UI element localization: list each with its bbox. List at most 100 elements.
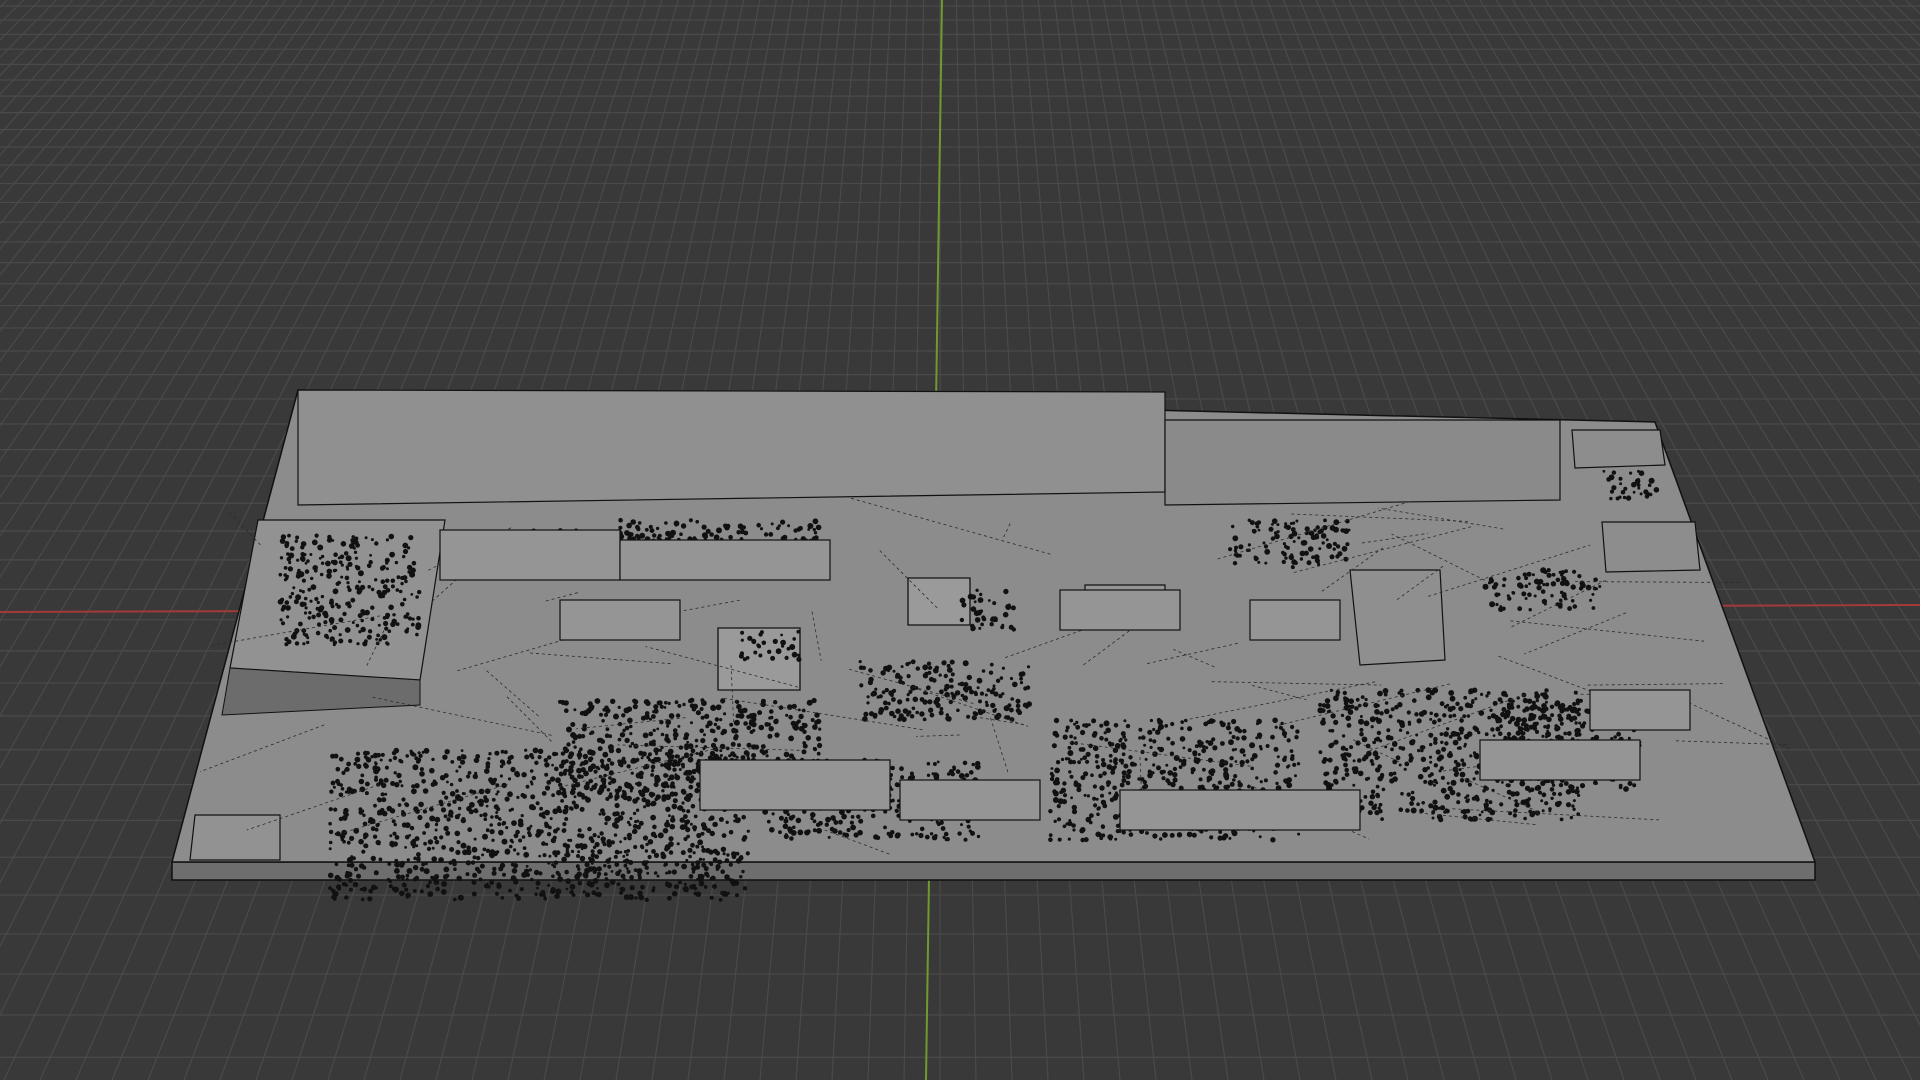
mesh-detail — [1528, 608, 1532, 612]
mesh-detail — [944, 683, 950, 690]
mesh-detail — [866, 695, 870, 699]
mesh-detail — [709, 728, 715, 733]
mesh-detail — [1290, 724, 1295, 730]
mesh-detail — [1375, 767, 1381, 773]
mesh-detail — [280, 607, 285, 612]
mesh-detail — [1179, 736, 1186, 742]
mesh-detail — [391, 618, 397, 624]
level-mesh-object[interactable] — [171, 389, 1817, 902]
mesh-detail — [770, 655, 776, 661]
mesh-detail — [1167, 770, 1173, 776]
mesh-detail — [413, 856, 418, 861]
mesh-detail — [330, 888, 335, 893]
mesh-detail — [1472, 725, 1478, 731]
mesh-detail — [550, 887, 556, 893]
mesh-detail — [1549, 704, 1555, 709]
mesh-detail — [1110, 766, 1116, 772]
mesh-detail — [1099, 836, 1104, 841]
mesh-detail — [1450, 730, 1457, 737]
mesh-detail — [1457, 736, 1462, 741]
mesh-detail — [1255, 722, 1259, 726]
mesh-detail — [1467, 816, 1473, 822]
mesh-detail — [694, 738, 699, 743]
mesh-detail — [598, 812, 602, 816]
mesh-detail — [465, 860, 471, 866]
mesh-detail — [682, 886, 689, 892]
mesh-detail — [1609, 496, 1613, 501]
mesh-detail — [729, 722, 734, 727]
mesh-detail — [1313, 528, 1317, 532]
mesh-back-wall — [297, 389, 1166, 506]
mesh-detail — [815, 822, 821, 827]
mesh-detail — [310, 584, 317, 590]
mesh-detail — [328, 821, 332, 826]
mesh-detail — [1449, 789, 1456, 796]
mesh-detail — [623, 836, 627, 841]
mesh-detail — [1318, 702, 1323, 707]
mesh-detail — [338, 756, 344, 762]
mesh-detail — [279, 618, 283, 622]
mesh-detail — [524, 754, 530, 760]
mesh-detail — [485, 804, 489, 808]
mesh-detail — [981, 669, 986, 673]
mesh-detail — [652, 533, 657, 538]
mesh-detail — [1446, 781, 1450, 785]
mesh-detail — [564, 708, 569, 713]
mesh-detail — [1439, 805, 1446, 811]
mesh-detail — [1238, 544, 1244, 550]
mesh-detail — [329, 619, 334, 625]
mesh-detail — [758, 632, 763, 637]
mesh-detail — [1345, 715, 1351, 721]
mesh-detail — [1026, 665, 1031, 669]
mesh-detail — [853, 832, 859, 838]
mesh-detail — [719, 749, 723, 753]
mesh-detail — [606, 788, 611, 792]
mesh-detail — [1257, 528, 1261, 532]
mesh-detail — [482, 833, 488, 840]
mesh-detail — [1364, 697, 1368, 702]
mesh-detail — [703, 885, 708, 889]
mesh-detail — [1292, 540, 1296, 543]
mesh-detail — [798, 713, 804, 720]
mesh-detail — [609, 761, 615, 766]
mesh-detail — [634, 896, 638, 900]
mesh-detail — [429, 815, 436, 822]
mesh-detail — [943, 831, 949, 837]
mesh-detail — [568, 765, 573, 769]
mesh-detail — [892, 714, 897, 719]
mesh-detail — [629, 875, 634, 880]
mesh-detail — [369, 553, 372, 557]
mesh-detail — [748, 713, 755, 719]
mesh-detail — [1438, 769, 1442, 773]
mesh-detail — [1648, 492, 1653, 497]
mesh-detail — [1227, 722, 1231, 726]
mesh-detail — [1487, 715, 1492, 720]
mesh-detail — [664, 521, 668, 525]
mesh-detail — [1325, 771, 1330, 776]
mesh-detail — [349, 835, 355, 842]
mesh-detail — [962, 760, 968, 766]
mesh-detail — [1482, 789, 1486, 793]
3d-viewport[interactable] — [0, 0, 1920, 1080]
mesh-detail — [1371, 804, 1377, 811]
mesh-detail — [664, 844, 671, 851]
mesh-detail — [958, 773, 965, 779]
mesh-detail — [1559, 702, 1566, 709]
mesh-detail — [1259, 780, 1263, 784]
mesh-detail — [346, 863, 351, 868]
mesh-detail — [705, 528, 711, 534]
mesh-detail — [1099, 723, 1104, 728]
mesh-detail — [1258, 745, 1263, 749]
mesh-detail — [1589, 598, 1593, 602]
mesh-detail — [931, 835, 938, 841]
mesh-detail — [1229, 756, 1234, 761]
mesh-detail — [337, 556, 341, 560]
mesh-detail — [483, 817, 488, 821]
mesh-detail — [339, 833, 346, 839]
mesh-detail — [508, 844, 513, 849]
mesh-detail — [1229, 740, 1234, 744]
mesh-detail — [333, 753, 339, 759]
mesh-detail — [1384, 701, 1389, 705]
mesh-detail — [327, 534, 332, 540]
mesh-detail — [1619, 482, 1623, 486]
